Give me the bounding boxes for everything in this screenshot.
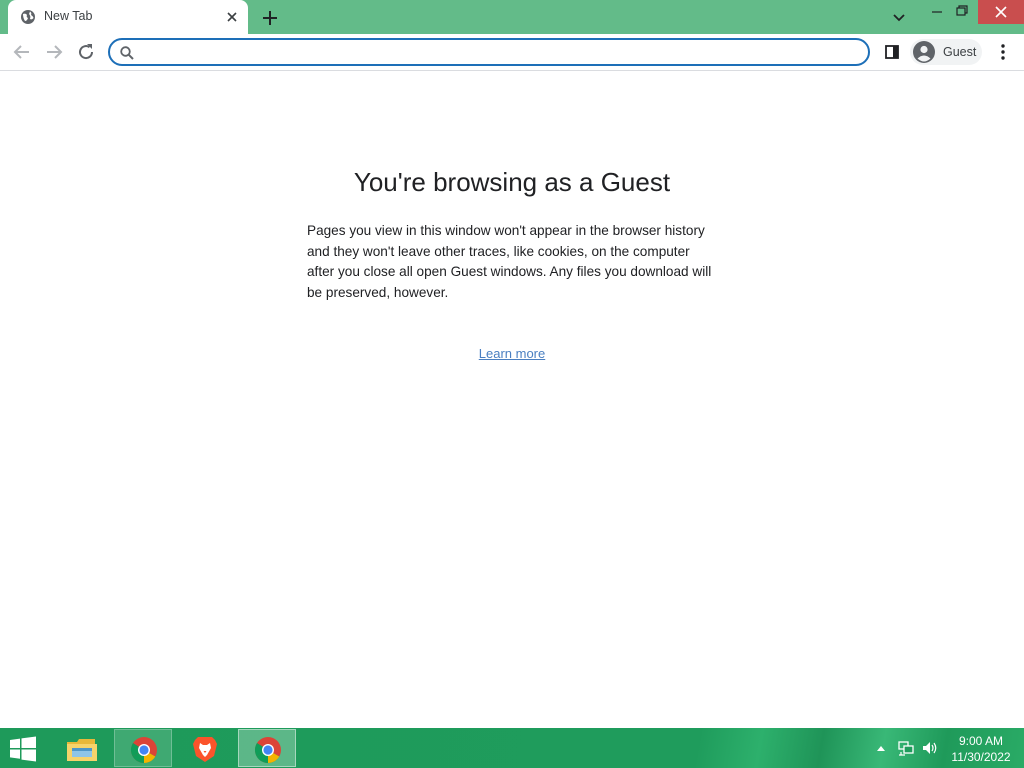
forward-arrow-icon[interactable] <box>42 40 66 64</box>
browser-toolbar: Guest <box>0 34 1024 71</box>
more-options-icon[interactable] <box>994 40 1012 64</box>
windows-start-icon[interactable] <box>8 736 38 762</box>
chrome-icon <box>130 737 157 764</box>
new-tab-button[interactable] <box>259 7 281 29</box>
learn-more-row: Learn more <box>0 346 1024 361</box>
profile-label: Guest <box>943 45 977 59</box>
tab-search-icon[interactable] <box>888 6 910 28</box>
clock-time: 9:00 AM <box>958 734 1004 748</box>
globe-icon <box>21 10 35 24</box>
window-close-button[interactable] <box>978 0 1024 24</box>
taskbar <box>0 728 1024 768</box>
network-icon[interactable] <box>897 740 915 756</box>
side-panel-icon[interactable] <box>881 41 903 63</box>
page-content: You're browsing as a Guest Pages you vie… <box>0 71 1024 728</box>
close-icon <box>995 6 1007 18</box>
volume-icon[interactable] <box>921 740 939 756</box>
address-input[interactable] <box>142 42 846 64</box>
file-explorer-icon <box>67 739 97 761</box>
address-bar[interactable] <box>108 38 870 66</box>
page-title: You're browsing as a Guest <box>353 167 671 197</box>
reload-icon[interactable] <box>74 40 98 64</box>
tab-close-icon[interactable] <box>224 9 240 25</box>
brave-icon <box>193 737 217 762</box>
avatar-icon <box>913 41 935 63</box>
taskbar-brave[interactable] <box>176 729 234 767</box>
profile-button[interactable]: Guest <box>910 39 982 65</box>
chrome-icon <box>254 737 281 764</box>
taskbar-chrome[interactable] <box>114 729 172 767</box>
learn-more-link[interactable]: Learn more <box>479 346 545 361</box>
browser-tab-strip: New Tab <box>0 0 1024 34</box>
restore-button[interactable] <box>948 0 976 24</box>
clock-date: 11/30/2022 <box>951 750 1011 764</box>
tab-new-tab[interactable]: New Tab <box>8 0 248 34</box>
system-clock[interactable]: 9:00 AM 11/30/2022 <box>946 733 1016 765</box>
taskbar-chrome-active[interactable] <box>238 729 296 767</box>
restore-icon <box>956 5 968 16</box>
show-hidden-icons-icon[interactable] <box>876 744 886 752</box>
back-arrow-icon[interactable] <box>10 40 34 64</box>
guest-description: Pages you view in this window won't appe… <box>307 223 712 301</box>
search-icon <box>120 46 134 60</box>
taskbar-file-explorer[interactable] <box>52 729 110 767</box>
tab-title: New Tab <box>44 9 93 23</box>
